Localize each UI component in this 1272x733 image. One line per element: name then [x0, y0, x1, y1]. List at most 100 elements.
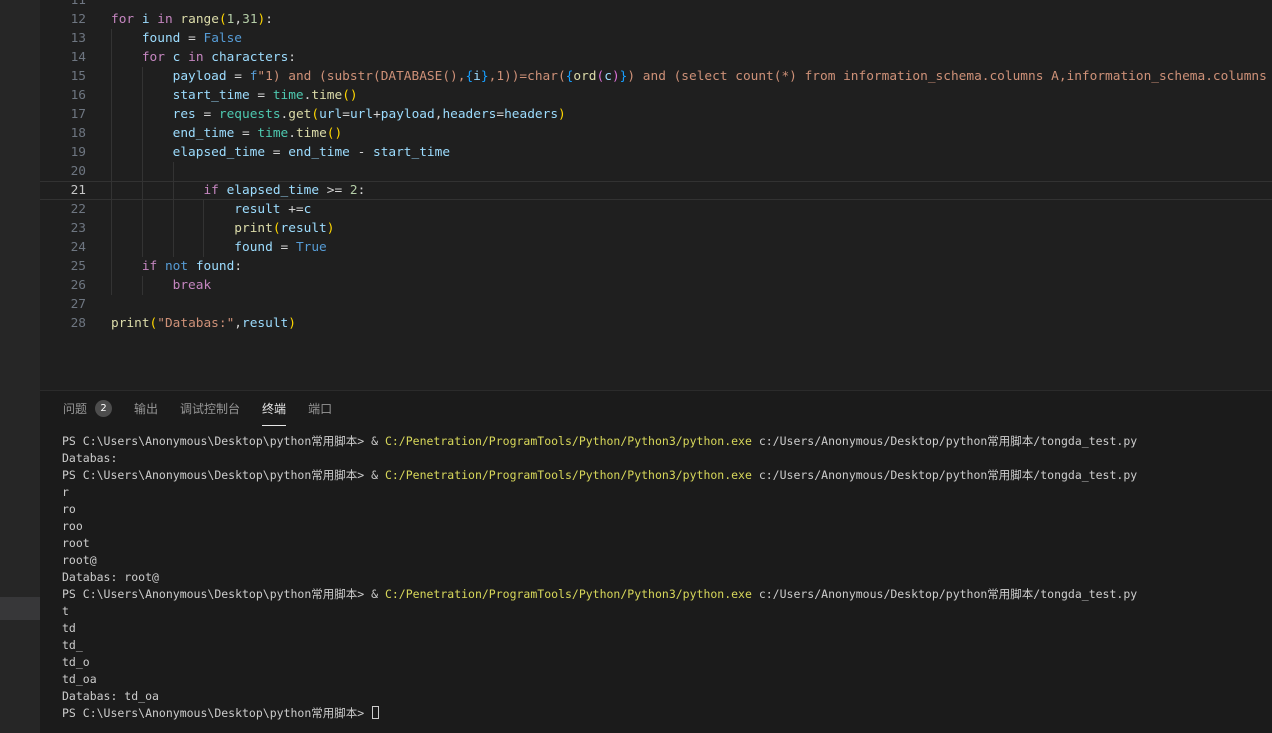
terminal-text: ro: [62, 502, 76, 516]
code-token: :: [234, 259, 242, 274]
terminal-output[interactable]: PS C:\Users\Anonymous\Desktop\python常用脚本…: [40, 433, 1272, 722]
code-line-16[interactable]: 16 start_time = time.time(): [40, 86, 1272, 105]
code-line-26[interactable]: 26 break: [40, 276, 1272, 295]
code-token: ,: [234, 12, 242, 27]
code-line-11[interactable]: 11: [40, 0, 1272, 10]
indent-guide: [142, 143, 143, 162]
panel-tab-终端[interactable]: 终端: [262, 391, 286, 426]
panel-tab-问题[interactable]: 问题2: [63, 391, 112, 426]
code-token: (: [311, 107, 319, 122]
terminal-command-path: C:/Penetration/ProgramTools/Python/Pytho…: [385, 587, 752, 601]
code-line-12[interactable]: 12for i in range(1,31):: [40, 10, 1272, 29]
code-token: if: [203, 183, 218, 198]
panel-tab-端口[interactable]: 端口: [308, 391, 332, 426]
code-line-18[interactable]: 18 end_time = time.time(): [40, 124, 1272, 143]
code-line-13[interactable]: 13 found = False: [40, 29, 1272, 48]
problems-count-badge: 2: [95, 400, 112, 417]
indent-guide: [111, 219, 112, 238]
indent-guide: [111, 276, 112, 295]
left-strip: [0, 0, 40, 733]
panel-tab-label: 调试控制台: [180, 400, 240, 417]
code-line-15[interactable]: 15 payload = f"1) and (substr(DATABASE()…: [40, 67, 1272, 86]
indent-guide: [142, 67, 143, 86]
code-line-20[interactable]: 20: [40, 162, 1272, 181]
code-token: -: [350, 145, 373, 160]
code-editor[interactable]: 1112for i in range(1,31):13 found = Fals…: [40, 0, 1272, 391]
code-line-21[interactable]: 21 if elapsed_time >= 2:: [40, 181, 1272, 200]
indent-guide: [173, 162, 174, 181]
terminal-text: root: [62, 536, 90, 550]
code-token: ): [558, 107, 566, 122]
code-text: elapsed_time = end_time - start_time: [86, 143, 1272, 162]
code-token: (: [342, 88, 350, 103]
code-token: =: [342, 107, 350, 122]
code-token: time: [257, 126, 288, 141]
code-token: end_time: [288, 145, 350, 160]
terminal-line: PS C:\Users\Anonymous\Desktop\python常用脚本…: [62, 705, 1272, 722]
terminal-line: r: [62, 484, 1272, 501]
code-text: break: [86, 276, 1272, 295]
terminal-text: Databas: root@: [62, 570, 159, 584]
indent-guide: [203, 238, 204, 257]
code-token: ): [288, 316, 296, 331]
code-text: print(result): [86, 219, 1272, 238]
panel-tab-输出[interactable]: 输出: [134, 391, 158, 426]
code-line-17[interactable]: 17 res = requests.get(url=url+payload,he…: [40, 105, 1272, 124]
code-line-19[interactable]: 19 elapsed_time = end_time - start_time: [40, 143, 1272, 162]
code-text: found = True: [86, 238, 1272, 257]
code-token: end_time: [173, 126, 235, 141]
code-token: start_time: [373, 145, 450, 160]
code-token: :: [358, 183, 366, 198]
terminal-text: PS C:\Users\Anonymous\Desktop\python常用脚本…: [62, 587, 385, 601]
indent-guide: [111, 124, 112, 143]
code-line-28[interactable]: 28print("Databas:",result): [40, 314, 1272, 333]
code-token: [219, 183, 227, 198]
panel-tab-label: 终端: [262, 400, 286, 417]
terminal-command-path: C:/Penetration/ProgramTools/Python/Pytho…: [385, 468, 752, 482]
code-text: if elapsed_time >= 2:: [86, 181, 1272, 200]
code-line-14[interactable]: 14 for c in characters:: [40, 48, 1272, 67]
code-token: time: [296, 126, 327, 141]
line-number: 23: [40, 219, 86, 238]
terminal-text: root@: [62, 553, 97, 567]
left-strip-highlight: [0, 597, 40, 620]
code-token: start_time: [173, 88, 250, 103]
code-token: i: [142, 12, 150, 27]
terminal-line: root: [62, 535, 1272, 552]
code-line-23[interactable]: 23 print(result): [40, 219, 1272, 238]
code-token: True: [296, 240, 327, 255]
indent-guide: [111, 29, 112, 48]
code-line-22[interactable]: 22 result +=c: [40, 200, 1272, 219]
code-token: url: [319, 107, 342, 122]
code-text: print("Databas:",result): [86, 314, 1272, 333]
terminal-text: c:/Users/Anonymous/Desktop/python常用脚本/to…: [752, 587, 1137, 601]
line-number: 16: [40, 86, 86, 105]
panel-tabs: 问题2 输出 调试控制台 终端 端口: [40, 391, 1272, 426]
indent-guide: [142, 200, 143, 219]
code-token: url: [350, 107, 373, 122]
terminal-line: td_: [62, 637, 1272, 654]
code-token: get: [288, 107, 311, 122]
code-token: time: [273, 88, 304, 103]
code-token: characters: [211, 50, 288, 65]
code-token: =: [265, 145, 288, 160]
code-line-25[interactable]: 25 if not found:: [40, 257, 1272, 276]
line-number: 22: [40, 200, 86, 219]
terminal-text: c:/Users/Anonymous/Desktop/python常用脚本/to…: [752, 468, 1137, 482]
line-number: 28: [40, 314, 86, 333]
code-line-24[interactable]: 24 found = True: [40, 238, 1272, 257]
indent-guide: [111, 86, 112, 105]
line-number: 21: [40, 181, 86, 200]
terminal-line: td: [62, 620, 1272, 637]
code-line-27[interactable]: 27: [40, 295, 1272, 314]
terminal-text: roo: [62, 519, 83, 533]
line-number: 26: [40, 276, 86, 295]
terminal-line: Databas: td_oa: [62, 688, 1272, 705]
code-token: i: [473, 69, 481, 84]
code-token: 31: [242, 12, 257, 27]
panel-tab-调试控制台[interactable]: 调试控制台: [180, 391, 240, 426]
indent-guide: [142, 124, 143, 143]
code-token: [157, 259, 165, 274]
terminal-line: Databas:: [62, 450, 1272, 467]
code-lines: 1112for i in range(1,31):13 found = Fals…: [40, 0, 1272, 333]
